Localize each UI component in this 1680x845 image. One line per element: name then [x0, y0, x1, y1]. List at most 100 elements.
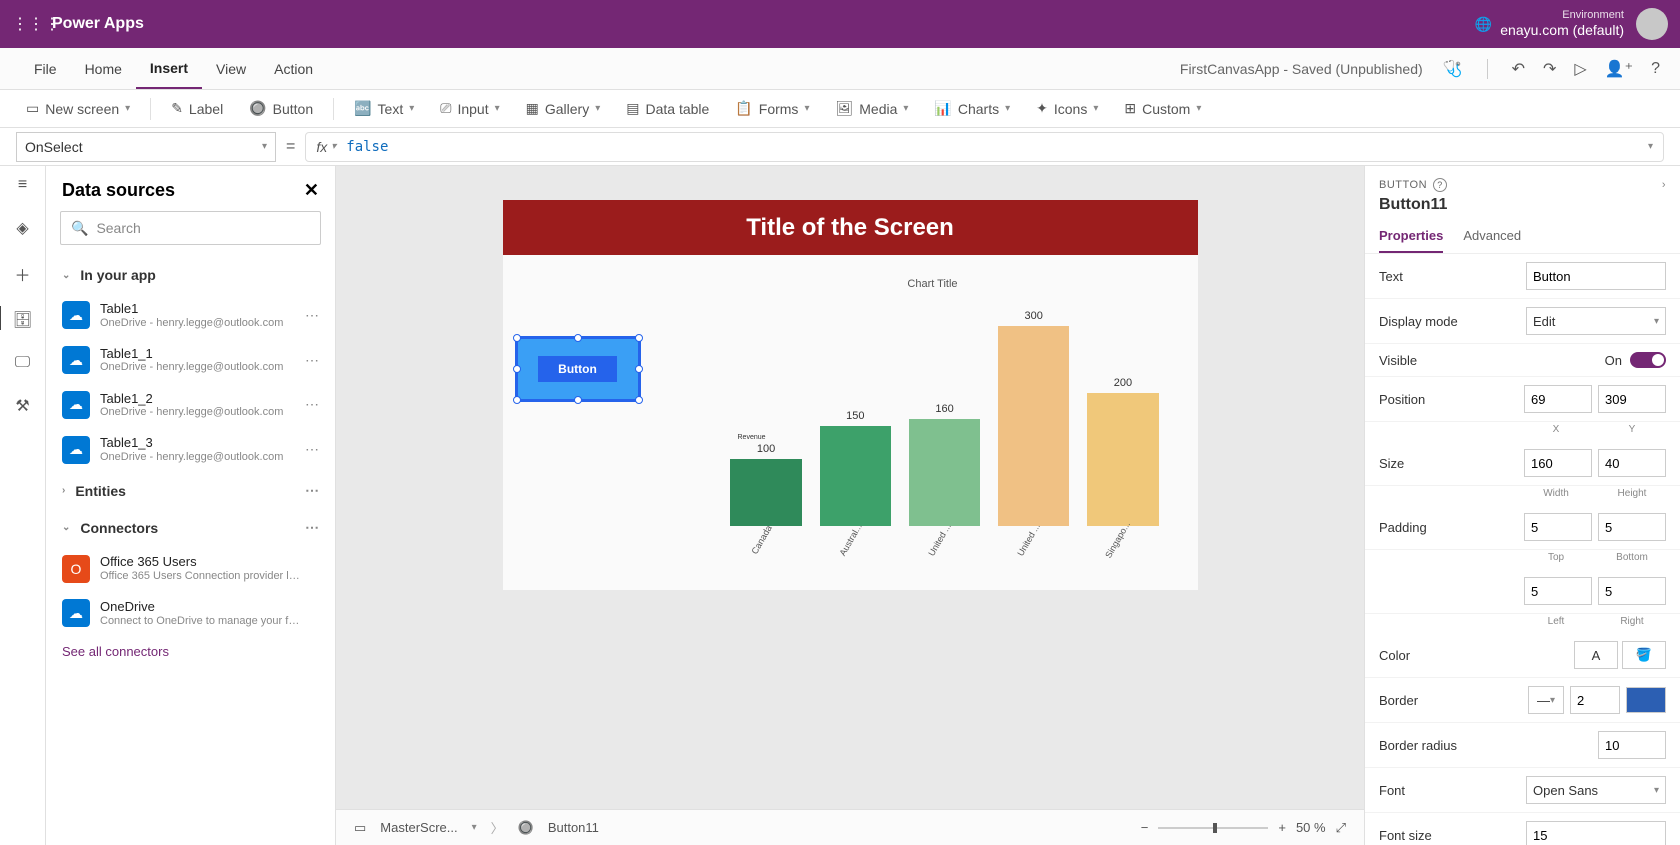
help-icon[interactable]: ?: [1651, 60, 1660, 78]
app-header: ⋮⋮⋮ Power Apps 🌐 Environment enayu.com (…: [0, 0, 1680, 48]
more-icon[interactable]: ⋯: [305, 396, 319, 413]
pad-top-input[interactable]: [1524, 513, 1592, 541]
tools-icon[interactable]: ⚒: [15, 396, 29, 416]
screen-crumb[interactable]: MasterScre...: [380, 820, 457, 835]
redo-icon[interactable]: ↷: [1543, 59, 1556, 79]
media-rail-icon[interactable]: 🖵: [15, 354, 30, 372]
fill-color-button[interactable]: 🪣: [1622, 641, 1666, 669]
more-icon[interactable]: ⋯: [305, 519, 319, 536]
font-size-input[interactable]: [1526, 821, 1666, 845]
play-icon[interactable]: ▷: [1574, 59, 1586, 79]
layers-icon[interactable]: ◈: [16, 218, 28, 238]
more-icon[interactable]: ⋯: [305, 352, 319, 369]
ds-title: Data sources: [62, 180, 175, 201]
office365-icon: O: [62, 555, 90, 583]
table-item[interactable]: ☁ Table1_2OneDrive - henry.legge@outlook…: [46, 383, 335, 428]
help-circle-icon[interactable]: ?: [1433, 178, 1447, 192]
canvas-area[interactable]: Title of the Screen Button Chart Title R…: [336, 166, 1364, 845]
in-your-app-section[interactable]: ⌄In your app: [46, 257, 335, 293]
forms-dropdown[interactable]: 📋 Forms ▾: [725, 96, 819, 121]
tab-properties[interactable]: Properties: [1379, 228, 1443, 253]
control-name[interactable]: Button11: [1379, 196, 1666, 214]
chart-legend: Revenue: [738, 434, 766, 441]
user-avatar[interactable]: [1636, 8, 1668, 40]
border-style-select[interactable]: — ▾: [1528, 686, 1564, 714]
menu-action[interactable]: Action: [260, 48, 327, 89]
input-dropdown[interactable]: ⎚ Input ▾: [430, 96, 509, 121]
screen-title-bar: Title of the Screen: [503, 200, 1198, 255]
connectors-section[interactable]: ⌄Connectors⋯: [46, 509, 335, 546]
app-title: Power Apps: [52, 15, 144, 33]
text-dropdown[interactable]: 🔤 Text ▾: [344, 96, 424, 121]
environment-picker[interactable]: 🌐 Environment enayu.com (default): [1475, 9, 1624, 39]
zoom-control[interactable]: − + 50 % ⤢: [1141, 820, 1346, 836]
tab-advanced[interactable]: Advanced: [1463, 228, 1521, 253]
add-icon[interactable]: ＋: [14, 262, 30, 286]
screen-dropdown-icon[interactable]: ▾: [472, 822, 477, 833]
data-table-button[interactable]: ▤ Data table: [616, 96, 719, 121]
undo-icon[interactable]: ↶: [1512, 59, 1525, 79]
app-checker-icon[interactable]: 🩺: [1443, 59, 1463, 79]
menu-file[interactable]: File: [20, 48, 71, 89]
media-dropdown[interactable]: 🖼 Media ▾: [825, 96, 918, 121]
see-all-connectors-link[interactable]: See all connectors: [46, 636, 335, 667]
menu-bar: File Home Insert View Action FirstCanvas…: [0, 48, 1680, 90]
formula-expand-icon[interactable]: ▾: [1648, 141, 1653, 152]
chart-bar: 160: [900, 403, 989, 526]
connector-item[interactable]: ☁ OneDriveConnect to OneDrive to manage …: [46, 591, 335, 636]
selected-button-control[interactable]: Button: [515, 336, 641, 402]
table-item[interactable]: ☁ Table1_1OneDrive - henry.legge@outlook…: [46, 338, 335, 383]
entities-section[interactable]: ›Entities⋯: [46, 472, 335, 509]
menu-insert[interactable]: Insert: [136, 48, 202, 89]
ds-search-input[interactable]: 🔍 Search: [60, 211, 321, 245]
fit-screen-icon[interactable]: ⤢: [1336, 820, 1346, 836]
menu-home[interactable]: Home: [71, 48, 136, 89]
font-color-button[interactable]: A: [1574, 641, 1618, 669]
border-color-swatch[interactable]: [1626, 687, 1666, 713]
tree-view-icon[interactable]: ≡: [18, 176, 27, 194]
canvas-screen[interactable]: Title of the Screen Button Chart Title R…: [503, 200, 1198, 590]
charts-dropdown[interactable]: 📊 Charts ▾: [924, 96, 1020, 121]
border-radius-input[interactable]: [1598, 731, 1666, 759]
height-input[interactable]: [1598, 449, 1666, 477]
new-screen-button[interactable]: ▭ New screen ▾: [16, 96, 140, 121]
pos-x-input[interactable]: [1524, 385, 1592, 413]
panel-collapse-icon[interactable]: ›: [1662, 179, 1666, 191]
more-icon[interactable]: ⋯: [305, 482, 319, 499]
pad-right-input[interactable]: [1598, 577, 1666, 605]
chart-bar: 100: [722, 443, 811, 526]
zoom-out-icon[interactable]: −: [1141, 820, 1149, 835]
icons-dropdown[interactable]: ✦ Icons ▾: [1026, 96, 1108, 121]
gallery-dropdown[interactable]: ▦ Gallery ▾: [516, 96, 611, 121]
table-item[interactable]: ☁ Table1OneDrive - henry.legge@outlook.c…: [46, 293, 335, 338]
fx-icon[interactable]: fx▾: [316, 139, 336, 155]
text-input[interactable]: [1526, 262, 1666, 290]
zoom-in-icon[interactable]: +: [1278, 820, 1286, 835]
pad-bottom-input[interactable]: [1598, 513, 1666, 541]
pad-left-input[interactable]: [1524, 577, 1592, 605]
waffle-icon[interactable]: ⋮⋮⋮: [12, 14, 44, 34]
more-icon[interactable]: ⋯: [305, 441, 319, 458]
share-icon[interactable]: 👤⁺: [1605, 59, 1633, 79]
formula-input[interactable]: false: [346, 139, 1638, 155]
close-icon[interactable]: ✕: [304, 180, 319, 201]
connector-item[interactable]: O Office 365 UsersOffice 365 Users Conne…: [46, 546, 335, 591]
property-select[interactable]: OnSelect▾: [16, 132, 276, 162]
chart-bar: 300: [989, 310, 1078, 526]
menu-view[interactable]: View: [202, 48, 260, 89]
table-item[interactable]: ☁ Table1_3OneDrive - henry.legge@outlook…: [46, 427, 335, 472]
pos-y-input[interactable]: [1598, 385, 1666, 413]
control-crumb-icon: 🔘: [518, 820, 534, 836]
width-input[interactable]: [1524, 449, 1592, 477]
custom-dropdown[interactable]: ⊞ Custom ▾: [1114, 96, 1211, 121]
display-mode-select[interactable]: Edit▾: [1526, 307, 1666, 335]
data-icon[interactable]: 🗄: [12, 310, 32, 330]
control-crumb[interactable]: Button11: [548, 820, 599, 835]
more-icon[interactable]: ⋯: [305, 307, 319, 324]
font-select[interactable]: Open Sans▾: [1526, 776, 1666, 804]
label-button[interactable]: ✎ Label: [161, 96, 233, 121]
chart-control[interactable]: Chart Title Revenue 100150160300200 Cana…: [698, 278, 1168, 578]
button-button[interactable]: 🔘 Button: [239, 96, 323, 121]
visible-toggle[interactable]: [1630, 352, 1666, 368]
border-width-input[interactable]: [1570, 686, 1620, 714]
